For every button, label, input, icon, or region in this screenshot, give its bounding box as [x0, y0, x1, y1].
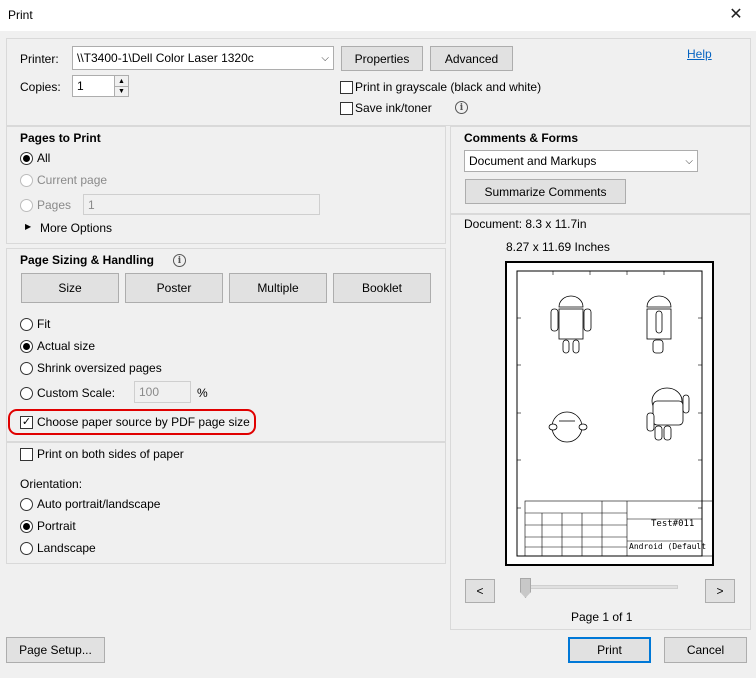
auto-orientation-label[interactable]: Auto portrait/landscape [37, 497, 160, 511]
custom-scale-value: 100 [139, 385, 160, 399]
pages-to-print-title: Pages to Print [20, 131, 101, 145]
more-options-label[interactable]: More Options [40, 221, 112, 235]
page-sizing-title: Page Sizing & Handling [20, 253, 155, 267]
auto-orientation-radio[interactable] [20, 498, 33, 511]
custom-scale-label[interactable]: Custom Scale: [37, 386, 115, 400]
advanced-button[interactable]: Advanced [430, 46, 513, 71]
current-page-label[interactable]: Current page [37, 173, 107, 187]
document-size: Document: 8.3 x 11.7in [464, 217, 587, 231]
next-page-button[interactable]: > [705, 579, 735, 603]
custom-scale-radio[interactable] [20, 387, 33, 400]
title-block-text: Test#011 [651, 519, 695, 529]
pages-label[interactable]: Pages [37, 198, 71, 212]
paper-source-label[interactable]: Choose paper source by PDF page size [37, 415, 250, 429]
print-button[interactable]: Print [568, 637, 651, 663]
android-top [548, 411, 588, 443]
android-side [646, 295, 672, 354]
info-icon[interactable]: i [455, 101, 468, 114]
landscape-label[interactable]: Landscape [37, 541, 96, 555]
info-icon[interactable]: i [173, 254, 186, 267]
chevron-down-icon: ⌵ [685, 155, 693, 167]
landscape-radio[interactable] [20, 542, 33, 555]
properties-button[interactable]: Properties [341, 46, 423, 71]
grayscale-label[interactable]: Print in grayscale (black and white) [355, 80, 541, 94]
copies-label: Copies: [20, 80, 61, 94]
all-pages-label[interactable]: All [37, 151, 50, 165]
more-options-arrow-icon[interactable]: ▶ [25, 222, 31, 231]
all-pages-radio[interactable] [20, 152, 33, 165]
copies-value: 1 [77, 79, 84, 93]
window-title: Print [8, 8, 33, 22]
radio-dot [23, 523, 30, 530]
page-setup-button[interactable]: Page Setup... [6, 637, 105, 663]
printer-select-value: \\T3400-1\Dell Color Laser 1320c [77, 51, 254, 65]
close-icon[interactable]: ✕ [722, 3, 750, 27]
page-slider-track[interactable] [522, 585, 678, 589]
comments-select-value: Document and Markups [469, 154, 597, 168]
page-preview: Test#011 Android (Default [505, 261, 714, 566]
grayscale-checkbox[interactable] [340, 81, 353, 94]
save-ink-checkbox[interactable] [340, 102, 353, 115]
fit-label[interactable]: Fit [37, 317, 50, 331]
radio-dot [23, 155, 30, 162]
check-icon: ✓ [21, 416, 32, 428]
pages-radio[interactable] [20, 199, 33, 212]
copies-stepper[interactable]: 1 ▲ ▼ [72, 75, 129, 97]
comments-select[interactable]: Document and Markups ⌵ [464, 150, 698, 172]
printer-label: Printer: [20, 52, 59, 66]
paper-size: 8.27 x 11.69 Inches [506, 240, 610, 254]
android-iso [646, 387, 690, 441]
summarize-comments-button[interactable]: Summarize Comments [465, 179, 626, 204]
printer-select[interactable]: \\T3400-1\Dell Color Laser 1320c ⌵ [72, 46, 334, 70]
chevron-down-icon: ⌵ [321, 52, 329, 64]
fit-radio[interactable] [20, 318, 33, 331]
orientation-label: Orientation: [20, 477, 83, 491]
copies-down-icon[interactable]: ▼ [114, 86, 128, 96]
pages-range-value: 1 [88, 197, 95, 212]
tab-size[interactable]: Size [21, 273, 119, 303]
paper-source-checkbox[interactable]: ✓ [20, 416, 33, 429]
pages-range-input[interactable]: 1 [83, 194, 320, 215]
title-bar [0, 0, 756, 31]
custom-scale-input[interactable]: 100 [134, 381, 191, 403]
page-info: Page 1 of 1 [571, 610, 633, 624]
custom-scale-unit: % [197, 386, 208, 400]
tab-poster[interactable]: Poster [125, 273, 223, 303]
tab-booklet[interactable]: Booklet [333, 273, 431, 303]
actual-size-label[interactable]: Actual size [37, 339, 95, 353]
shrink-label[interactable]: Shrink oversized pages [37, 361, 162, 375]
copies-up-icon[interactable]: ▲ [114, 76, 128, 86]
previous-page-button[interactable]: < [465, 579, 495, 603]
radio-dot [23, 343, 30, 350]
portrait-radio[interactable] [20, 520, 33, 533]
current-page-radio[interactable] [20, 174, 33, 187]
title-block-sub: Android (Default [629, 542, 707, 551]
help-link[interactable]: Help [687, 47, 712, 61]
portrait-label[interactable]: Portrait [37, 519, 76, 533]
comments-title: Comments & Forms [464, 131, 579, 145]
android-front [550, 295, 592, 354]
shrink-radio[interactable] [20, 362, 33, 375]
save-ink-label[interactable]: Save ink/toner [355, 101, 432, 115]
actual-size-radio[interactable] [20, 340, 33, 353]
cancel-button[interactable]: Cancel [664, 637, 747, 663]
tab-multiple[interactable]: Multiple [229, 273, 327, 303]
